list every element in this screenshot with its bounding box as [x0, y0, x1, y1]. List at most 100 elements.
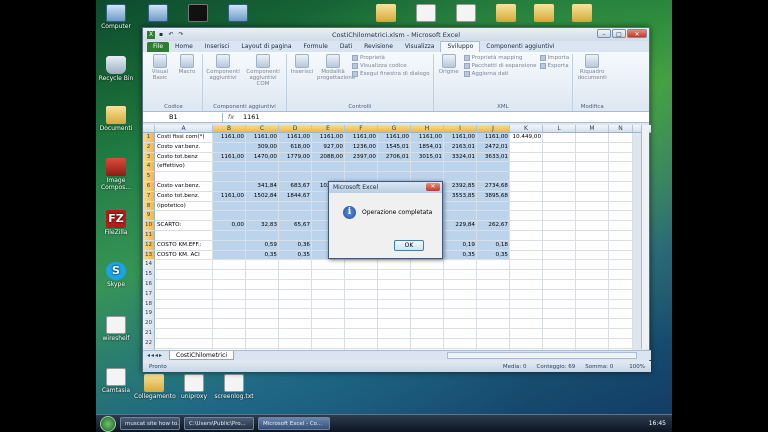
cell[interactable]: 0,35: [444, 250, 477, 261]
cell[interactable]: [411, 270, 444, 280]
cell[interactable]: [510, 230, 543, 241]
cell[interactable]: [246, 211, 279, 222]
cell[interactable]: [543, 270, 576, 280]
xml-source-button[interactable]: Origine: [437, 54, 461, 75]
formula-input[interactable]: 1161: [239, 113, 260, 121]
visual-basic-button[interactable]: Visual Basic: [148, 54, 172, 81]
cell[interactable]: [477, 338, 510, 349]
cell[interactable]: [444, 162, 477, 173]
cell[interactable]: 2397,00: [345, 152, 378, 163]
cell[interactable]: [378, 289, 411, 300]
cell[interactable]: [510, 279, 543, 290]
cell[interactable]: [155, 211, 213, 222]
cell[interactable]: [576, 319, 609, 329]
row-header[interactable]: 10: [143, 221, 155, 231]
cell[interactable]: [246, 279, 279, 290]
cell[interactable]: [213, 328, 246, 339]
refresh-data-button[interactable]: Aggiorna dati: [463, 70, 537, 78]
cell[interactable]: [411, 289, 444, 300]
column-header[interactable]: N: [609, 125, 633, 132]
row-header[interactable]: 18: [143, 299, 155, 310]
column-header[interactable]: L: [543, 125, 576, 132]
cell[interactable]: [378, 338, 411, 349]
cell[interactable]: [246, 299, 279, 310]
properties-button[interactable]: Proprietà: [352, 54, 430, 62]
desktop-icon-documenti[interactable]: Documenti: [96, 106, 136, 132]
row-header[interactable]: 8: [143, 201, 155, 212]
cell[interactable]: [411, 299, 444, 310]
cell[interactable]: 341,84: [246, 181, 279, 192]
cell[interactable]: [543, 319, 576, 329]
cell[interactable]: [543, 240, 576, 251]
cell[interactable]: [609, 319, 633, 329]
cell[interactable]: 229,84: [444, 221, 477, 231]
cell[interactable]: [213, 309, 246, 320]
column-header[interactable]: G: [378, 125, 411, 132]
cell[interactable]: [609, 309, 633, 320]
cell[interactable]: [312, 299, 345, 310]
row-header[interactable]: 21: [143, 328, 155, 339]
cell[interactable]: [246, 172, 279, 182]
desktop-icon-folder-3[interactable]: [524, 4, 564, 23]
cell[interactable]: 0,35: [279, 250, 312, 261]
row-header[interactable]: 2: [143, 142, 155, 153]
cell[interactable]: 683,67: [279, 181, 312, 192]
cell[interactable]: [155, 230, 213, 241]
maximize-button[interactable]: □: [612, 29, 626, 38]
cell[interactable]: [576, 162, 609, 173]
cell[interactable]: [543, 230, 576, 241]
cell[interactable]: [279, 270, 312, 280]
cell[interactable]: [543, 328, 576, 339]
cell[interactable]: [213, 240, 246, 251]
insert-control-button[interactable]: Inserisci: [290, 54, 314, 75]
cell[interactable]: [510, 250, 543, 261]
cell[interactable]: [378, 309, 411, 320]
cell[interactable]: [279, 279, 312, 290]
vertical-scrollbar[interactable]: [641, 125, 649, 349]
cell[interactable]: Costi fissi com(*): [155, 133, 213, 143]
cell[interactable]: [444, 260, 477, 271]
import-button[interactable]: Importa: [539, 54, 569, 62]
row-header[interactable]: 20: [143, 319, 155, 329]
com-addins-button[interactable]: Componenti aggiuntivi COM: [243, 54, 283, 87]
cell[interactable]: 1779,00: [279, 152, 312, 163]
cell[interactable]: [609, 133, 633, 143]
cell[interactable]: [345, 338, 378, 349]
desktop-icon-network[interactable]: [138, 4, 178, 23]
cell[interactable]: [477, 319, 510, 329]
cell[interactable]: [279, 260, 312, 271]
export-button[interactable]: Esporta: [539, 62, 570, 70]
cell[interactable]: [609, 201, 633, 212]
cell[interactable]: [312, 309, 345, 320]
desktop-icon-camtasia[interactable]: Camtasia: [96, 368, 136, 394]
cell[interactable]: [543, 152, 576, 163]
cell[interactable]: [576, 221, 609, 231]
cell[interactable]: [576, 133, 609, 143]
cell[interactable]: [213, 201, 246, 212]
cell[interactable]: [510, 211, 543, 222]
cell[interactable]: [609, 230, 633, 241]
run-dialog-button[interactable]: Esegui finestra di dialogo: [352, 70, 430, 78]
tab-home[interactable]: Home: [169, 42, 199, 52]
column-header[interactable]: K: [510, 125, 543, 132]
cell[interactable]: [510, 309, 543, 320]
cell[interactable]: 2392,85: [444, 181, 477, 192]
cell[interactable]: [543, 309, 576, 320]
cell[interactable]: Costo var.benz.: [155, 181, 213, 192]
cell[interactable]: [345, 309, 378, 320]
cell[interactable]: [576, 299, 609, 310]
cell[interactable]: [510, 240, 543, 251]
cell[interactable]: [477, 289, 510, 300]
desktop-icon-recycle-bin[interactable]: Recycle Bin: [96, 56, 136, 82]
addins-button[interactable]: Componenti aggiuntivi: [206, 54, 240, 81]
cell[interactable]: 1161,00: [378, 133, 411, 143]
start-button[interactable]: [100, 415, 116, 432]
cell[interactable]: [543, 260, 576, 271]
cell[interactable]: [543, 142, 576, 153]
cell[interactable]: 1470,00: [246, 152, 279, 163]
cell[interactable]: [246, 289, 279, 300]
cell[interactable]: [609, 191, 633, 202]
cell[interactable]: [510, 221, 543, 231]
cell[interactable]: [609, 152, 633, 163]
cell[interactable]: [246, 230, 279, 241]
